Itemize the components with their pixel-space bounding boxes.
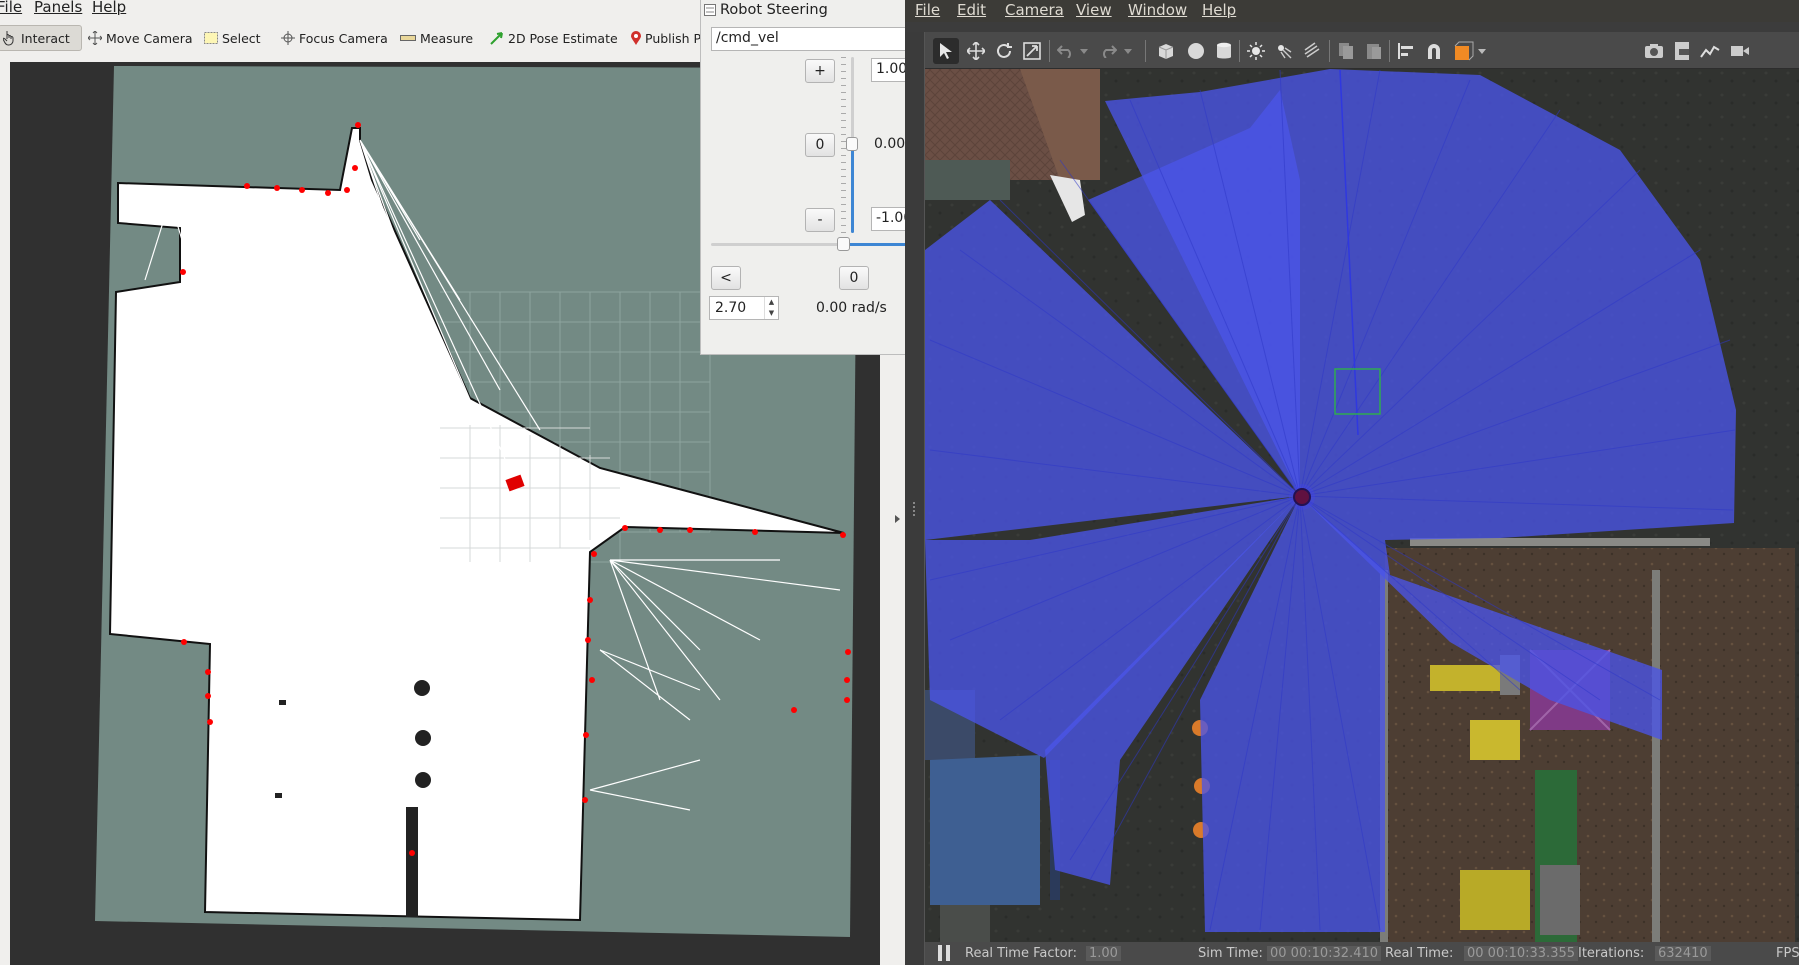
menu-file[interactable]: File	[0, 0, 22, 16]
toolbar-separator	[1239, 40, 1240, 62]
select-tool-button[interactable]: Select	[200, 25, 265, 51]
toolbar-separator	[1049, 40, 1050, 62]
gazebo-left-panel-collapsed[interactable]	[905, 32, 925, 965]
angular-max-value: 2.70	[715, 300, 747, 316]
interact-label: Interact	[21, 30, 70, 46]
move-camera-tool-button[interactable]: Move Camera	[84, 25, 197, 51]
angular-velocity-readout: 0.00 rad/s	[816, 300, 887, 316]
fps-label: FPS:	[1776, 946, 1799, 961]
interact-tool-button[interactable]: Interact	[0, 25, 82, 51]
spot-light-icon[interactable]	[1271, 38, 1297, 64]
copy-icon[interactable]	[1333, 38, 1359, 64]
spin-arrows[interactable]: ▲ ▼	[764, 297, 778, 319]
focus-camera-label: Focus Camera	[299, 30, 388, 46]
iterations-label: Iterations:	[1578, 946, 1645, 961]
gazebo-menubar: File Edit Camera View Window Help	[905, 0, 1799, 22]
pause-icon[interactable]	[937, 945, 951, 961]
angular-max-spinbox[interactable]: 2.70 ▲ ▼	[709, 296, 779, 320]
screenshot-icon[interactable]	[1641, 38, 1667, 64]
sim-time-value: 00 00:10:32.410	[1267, 946, 1382, 961]
sphere-shape-icon[interactable]	[1183, 38, 1209, 64]
log-icon[interactable]	[1669, 38, 1695, 64]
2d-pose-estimate-tool-button[interactable]: 2D Pose Estimate	[486, 25, 622, 51]
topic-input[interactable]: /cmd_vel	[711, 27, 906, 51]
toolbar-separator	[1389, 40, 1390, 62]
ruler-icon	[400, 35, 416, 41]
linear-stop-button[interactable]: 0	[805, 133, 835, 157]
rtf-value: 1.00	[1086, 946, 1121, 961]
menu-help[interactable]: Help	[92, 0, 126, 16]
angular-stop-button[interactable]: 0	[839, 266, 869, 290]
toolbar-separator	[1145, 40, 1146, 62]
angular-velocity-slider[interactable]	[711, 236, 906, 252]
align-icon[interactable]	[1393, 38, 1419, 64]
scale-icon[interactable]	[1019, 38, 1045, 64]
iterations-value: 632410	[1655, 946, 1711, 961]
gz-menu-file[interactable]: File	[915, 1, 940, 19]
steering-title-bar: Robot Steering	[701, 0, 906, 20]
gazebo-toolbar	[925, 32, 1799, 69]
linear-velocity-slider[interactable]	[841, 57, 863, 233]
linear-slider-handle[interactable]	[846, 137, 858, 151]
redo-dropdown-icon[interactable]	[1121, 38, 1135, 64]
redo-icon[interactable]	[1095, 38, 1121, 64]
measure-tool-button[interactable]: Measure	[396, 25, 477, 51]
directional-light-icon[interactable]	[1299, 38, 1325, 64]
undo-dropdown-icon[interactable]	[1077, 38, 1091, 64]
gz-menu-view[interactable]: View	[1076, 1, 1112, 19]
2d-pose-estimate-label: 2D Pose Estimate	[508, 30, 618, 46]
real-time-value: 00 00:10:33.355	[1464, 946, 1579, 961]
focus-camera-tool-button[interactable]: Focus Camera	[277, 25, 392, 51]
undo-icon[interactable]	[1053, 38, 1079, 64]
angular-slider-handle[interactable]	[837, 237, 850, 251]
gazebo-3d-view[interactable]	[925, 69, 1799, 942]
menu-panels[interactable]: Panels	[34, 0, 82, 16]
map-pin-icon	[631, 31, 641, 45]
robot-steering-panel: Robot Steering /cmd_vel + 0 - 1.00 0.00 …	[700, 0, 935, 355]
translate-icon[interactable]	[963, 38, 989, 64]
gz-menu-camera[interactable]: Camera	[1005, 1, 1064, 19]
rotate-icon[interactable]	[991, 38, 1017, 64]
linear-increase-button[interactable]: +	[805, 59, 835, 83]
measure-label: Measure	[420, 30, 474, 46]
gazebo-window: File Edit Camera View Window Help Real T…	[905, 0, 1799, 965]
gazebo-scene	[925, 69, 1799, 942]
linear-decrease-button[interactable]: -	[805, 208, 835, 232]
gz-menu-window[interactable]: Window	[1128, 1, 1187, 19]
cylinder-shape-icon[interactable]	[1211, 38, 1237, 64]
select-arrow-icon[interactable]	[933, 38, 959, 64]
gz-menu-help[interactable]: Help	[1202, 1, 1236, 19]
plot-icon[interactable]	[1697, 38, 1723, 64]
gz-menu-edit[interactable]: Edit	[957, 1, 986, 19]
steering-title: Robot Steering	[720, 2, 828, 18]
video-record-icon[interactable]	[1727, 38, 1753, 64]
real-time-label: Real Time:	[1385, 946, 1454, 961]
paste-icon[interactable]	[1361, 38, 1387, 64]
collapse-arrow-icon[interactable]	[894, 514, 902, 524]
select-label: Select	[222, 30, 261, 46]
focus-crosshair-icon	[281, 31, 295, 45]
gazebo-status-bar: Real Time Factor: 1.00 Sim Time: 00 00:1…	[925, 942, 1799, 965]
change-view-icon[interactable]	[1451, 38, 1477, 64]
move-camera-label: Move Camera	[106, 30, 193, 46]
turn-left-button[interactable]: <	[711, 266, 741, 290]
move-camera-icon	[88, 31, 102, 45]
pose-arrow-icon	[490, 32, 503, 45]
snap-magnet-icon[interactable]	[1421, 38, 1447, 64]
box-shape-icon[interactable]	[1153, 38, 1179, 64]
change-view-dropdown-icon[interactable]	[1475, 38, 1489, 64]
point-light-icon[interactable]	[1243, 38, 1269, 64]
rtf-label: Real Time Factor:	[965, 946, 1078, 961]
sim-time-label: Sim Time:	[1198, 946, 1263, 961]
plugin-grip-icon	[704, 4, 716, 16]
select-box-icon	[204, 32, 218, 44]
hand-pointer-icon	[3, 31, 14, 46]
toolbar-separator	[1329, 40, 1330, 62]
